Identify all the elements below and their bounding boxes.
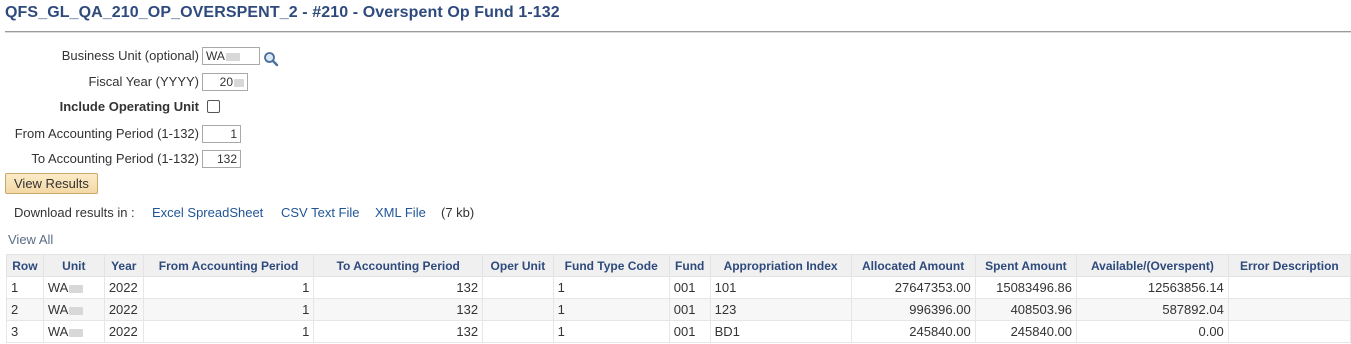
fiscal-year-input[interactable]: 20 [202, 73, 248, 91]
cell-year: 2022 [103, 276, 144, 299]
table-row: 1 WA 2022 1 132 1 001 101 27647353.00 15… [6, 276, 1351, 299]
xml-download-link[interactable]: XML File [375, 205, 426, 220]
view-all-link[interactable]: View All [8, 232, 53, 247]
redacted-mark [234, 78, 244, 87]
redacted-mark [225, 52, 240, 61]
cell-fund: 001 [668, 298, 711, 321]
col-header-year[interactable]: Year [103, 254, 144, 277]
cell-from-period: 1 [142, 320, 315, 343]
business-unit-label: Business Unit (optional) [61, 48, 199, 63]
redacted-mark [69, 328, 84, 337]
cell-spent-amount: 245840.00 [974, 320, 1078, 343]
table-row: 2 WA 2022 1 132 1 001 123 996396.00 4085… [6, 298, 1351, 321]
download-label: Download results in : [14, 205, 135, 220]
cell-from-period: 1 [142, 276, 315, 299]
business-unit-input[interactable]: WA [202, 47, 260, 65]
col-header-row[interactable]: Row [6, 254, 44, 277]
cell-appropriation-index: BD1 [709, 320, 852, 343]
col-header-unit[interactable]: Unit [42, 254, 105, 277]
col-header-spent-amount[interactable]: Spent Amount [974, 254, 1078, 277]
col-header-available-overspent[interactable]: Available/(Overspent) [1076, 254, 1229, 277]
cell-oper-unit [482, 276, 554, 299]
col-header-to-period[interactable]: To Accounting Period [313, 254, 484, 277]
cell-spent-amount: 408503.96 [974, 298, 1078, 321]
cell-error-description [1227, 276, 1351, 299]
from-period-label: From Accounting Period (1-132) [14, 126, 199, 141]
cell-from-period: 1 [142, 298, 315, 321]
cell-available-overspent: 12563856.14 [1076, 276, 1229, 299]
cell-allocated-amount: 27647353.00 [850, 276, 976, 299]
include-operating-unit-checkbox[interactable] [207, 100, 220, 113]
col-header-allocated-amount[interactable]: Allocated Amount [850, 254, 976, 277]
from-period-input[interactable]: 1 [202, 125, 241, 143]
col-header-oper-unit[interactable]: Oper Unit [482, 254, 554, 277]
cell-row: 2 [6, 298, 44, 321]
col-header-appropriation-index[interactable]: Appropriation Index [709, 254, 852, 277]
col-header-fund[interactable]: Fund [668, 254, 711, 277]
cell-to-period: 132 [313, 320, 484, 343]
cell-available-overspent: 0.00 [1076, 320, 1229, 343]
cell-spent-amount: 15083496.86 [974, 276, 1078, 299]
include-operating-unit-label: Include Operating Unit [59, 99, 199, 114]
cell-fund: 001 [668, 276, 711, 299]
title-divider-shadow [5, 32, 1351, 33]
cell-fund-type-code: 1 [552, 298, 670, 321]
cell-year: 2022 [103, 320, 144, 343]
download-size: (7 kb) [441, 205, 475, 220]
fiscal-year-label: Fiscal Year (YYYY) [88, 74, 199, 89]
cell-fund: 001 [668, 320, 711, 343]
table-header-row: Row Unit Year From Accounting Period To … [6, 254, 1351, 277]
lookup-search-icon[interactable] [263, 51, 279, 67]
cell-appropriation-index: 123 [709, 298, 852, 321]
cell-unit: WA [42, 320, 105, 343]
cell-to-period: 132 [313, 298, 484, 321]
cell-fund-type-code: 1 [552, 276, 670, 299]
redacted-mark [69, 306, 84, 315]
cell-to-period: 132 [313, 276, 484, 299]
cell-unit: WA [42, 298, 105, 321]
to-period-input[interactable]: 132 [202, 150, 241, 168]
view-results-button[interactable]: View Results [5, 173, 98, 194]
cell-available-overspent: 587892.04 [1076, 298, 1229, 321]
cell-error-description [1227, 320, 1351, 343]
cell-year: 2022 [103, 298, 144, 321]
results-table: Row Unit Year From Accounting Period To … [6, 254, 1351, 343]
cell-allocated-amount: 996396.00 [850, 298, 976, 321]
business-unit-value: WA [206, 49, 225, 63]
cell-oper-unit [482, 320, 554, 343]
csv-download-link[interactable]: CSV Text File [281, 205, 360, 220]
col-header-error-description[interactable]: Error Description [1227, 254, 1351, 277]
cell-fund-type-code: 1 [552, 320, 670, 343]
cell-allocated-amount: 245840.00 [850, 320, 976, 343]
col-header-from-period[interactable]: From Accounting Period [142, 254, 315, 277]
fiscal-year-value: 20 [219, 75, 233, 89]
col-header-fund-type-code[interactable]: Fund Type Code [552, 254, 670, 277]
to-period-label: To Accounting Period (1-132) [31, 151, 199, 166]
cell-row: 3 [6, 320, 44, 343]
table-row: 3 WA 2022 1 132 1 001 BD1 245840.00 2458… [6, 320, 1351, 343]
cell-oper-unit [482, 298, 554, 321]
cell-unit: WA [42, 276, 105, 299]
cell-appropriation-index: 101 [709, 276, 852, 299]
excel-download-link[interactable]: Excel SpreadSheet [152, 205, 263, 220]
page-title: QFS_GL_QA_210_OP_OVERSPENT_2 - #210 - Ov… [5, 4, 560, 21]
redacted-mark [69, 284, 84, 293]
cell-error-description [1227, 298, 1351, 321]
cell-row: 1 [6, 276, 44, 299]
